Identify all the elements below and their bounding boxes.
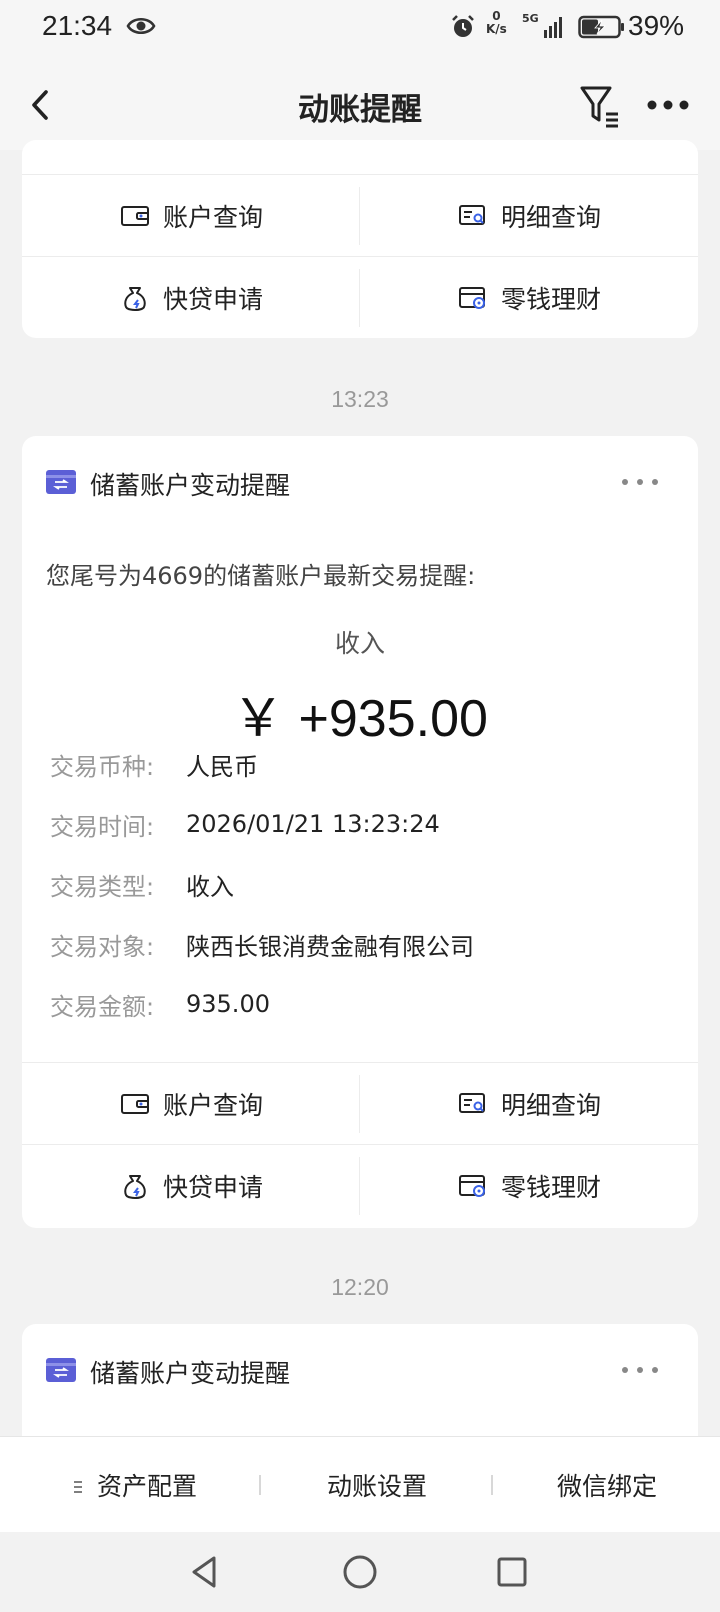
- quick-loan-button[interactable]: 快贷申请: [22, 257, 360, 338]
- card-coin-icon: [457, 283, 489, 313]
- wealth-label: 零钱理财: [500, 285, 601, 314]
- more-icon: [647, 100, 689, 110]
- quick-loan-label: 快贷申请: [162, 1173, 263, 1202]
- status-time: 21:34: [42, 10, 113, 41]
- circle-home-icon: [343, 1555, 377, 1589]
- card-coin-icon: [457, 1171, 489, 1201]
- amount-label: 收入: [334, 629, 385, 658]
- account-query-button[interactable]: 账户查询: [22, 1063, 360, 1145]
- account-settings-button[interactable]: 动账设置: [282, 1437, 472, 1533]
- time-separator: 13:23: [331, 386, 389, 412]
- detail-row-amount: 交易金额: 935.00: [50, 984, 270, 1024]
- detail-row-counterparty: 交易对象: 陕西长银消费金融有限公司: [50, 924, 474, 964]
- card-more-button[interactable]: [622, 474, 658, 490]
- message-intro: 您尾号为4669的储蓄账户最新交易提醒:: [46, 562, 476, 590]
- detail-key: 交易时间:: [50, 812, 155, 841]
- signal-icon: [524, 14, 568, 44]
- money-bag-icon: [119, 283, 151, 313]
- card-title: 储蓄账户变动提醒: [90, 1359, 291, 1388]
- card-title: 储蓄账户变动提醒: [90, 471, 291, 500]
- action-row: 账户查询 明细查询: [22, 1062, 698, 1144]
- message-card: 储蓄账户变动提醒 您尾号为4669的储蓄账户最新交易提醒: 收入 ￥ +935.…: [22, 436, 698, 1228]
- alarm-icon: [450, 14, 476, 44]
- triangle-back-icon: [192, 1556, 216, 1588]
- wallet-icon: [119, 201, 151, 231]
- detail-value: 人民币: [186, 752, 258, 781]
- action-row: 账户查询 明细查询: [22, 174, 698, 256]
- account-card-icon: [46, 470, 76, 494]
- wechat-bind-button[interactable]: 微信绑定: [512, 1437, 702, 1533]
- card-more-button[interactable]: [622, 1362, 658, 1378]
- amount-value: ￥ +935.00: [232, 690, 488, 748]
- asset-config-button[interactable]: 资产配置: [40, 1437, 230, 1533]
- detail-value: 935.00: [186, 990, 270, 1018]
- action-grid: 账户查询 明细查询 快贷申请 零钱理财: [22, 174, 698, 338]
- detail-query-label: 明细查询: [500, 1091, 601, 1120]
- account-query-button[interactable]: 账户查询: [22, 175, 360, 257]
- more-button[interactable]: [644, 90, 692, 120]
- action-row: 快贷申请 零钱理财: [22, 256, 698, 338]
- detail-key: 交易币种:: [50, 752, 155, 781]
- menu-lines-icon: [73, 1471, 83, 1500]
- net-speed: 0 K/s: [486, 9, 507, 36]
- wealth-label: 零钱理财: [500, 1173, 601, 1202]
- wallet-icon: [119, 1089, 151, 1119]
- detail-key: 交易对象:: [50, 932, 155, 961]
- filter-icon: [580, 86, 618, 128]
- money-bag-icon: [119, 1171, 151, 1201]
- back-button[interactable]: [22, 80, 62, 130]
- back-arrow-icon: [32, 90, 48, 120]
- asset-config-label: 资产配置: [96, 1472, 197, 1501]
- square-recents-icon: [497, 1557, 527, 1587]
- account-query-label: 账户查询: [162, 1091, 263, 1120]
- detail-key: 交易类型:: [50, 872, 155, 901]
- wealth-button[interactable]: 零钱理财: [360, 257, 698, 338]
- bottom-menu-bar: 资产配置 动账设置 微信绑定: [0, 1436, 720, 1532]
- wealth-button[interactable]: 零钱理财: [360, 1145, 698, 1227]
- account-card-icon: [46, 1358, 76, 1382]
- battery-percent: 39%: [628, 10, 685, 41]
- divider: [259, 1475, 261, 1495]
- action-row: 快贷申请 零钱理财: [22, 1144, 698, 1226]
- quick-loan-button[interactable]: 快贷申请: [22, 1145, 360, 1227]
- filter-button[interactable]: [576, 80, 624, 132]
- nav-back-button[interactable]: [184, 1550, 228, 1594]
- detail-value: 2026/01/21 13:23:24: [186, 810, 440, 838]
- detail-key: 交易金额:: [50, 992, 155, 1021]
- account-query-label: 账户查询: [162, 203, 263, 232]
- detail-value: 收入: [186, 872, 234, 901]
- nav-home-button[interactable]: [338, 1550, 382, 1594]
- detail-row-type: 交易类型: 收入: [50, 864, 234, 904]
- detail-row-currency: 交易币种: 人民币: [50, 744, 258, 784]
- battery-charging-icon: [578, 14, 626, 44]
- message-card-partial: 账户查询 明细查询 快贷申请 零钱理财: [22, 140, 698, 338]
- nav-recents-button[interactable]: [490, 1550, 534, 1594]
- detail-search-icon: [457, 201, 489, 231]
- detail-row-time: 交易时间: 2026/01/21 13:23:24: [50, 804, 440, 844]
- detail-value: 陕西长银消费金融有限公司: [186, 932, 474, 961]
- quick-loan-label: 快贷申请: [162, 285, 263, 314]
- detail-query-label: 明细查询: [500, 203, 601, 232]
- eye-icon: [126, 14, 156, 42]
- divider: [491, 1475, 493, 1495]
- detail-query-button[interactable]: 明细查询: [360, 1063, 698, 1145]
- system-nav-bar: [0, 1532, 720, 1612]
- action-grid: 账户查询 明细查询 快贷申请 零钱理财: [22, 1062, 698, 1226]
- time-separator: 12:20: [331, 1274, 389, 1300]
- detail-search-icon: [457, 1089, 489, 1119]
- detail-query-button[interactable]: 明细查询: [360, 175, 698, 257]
